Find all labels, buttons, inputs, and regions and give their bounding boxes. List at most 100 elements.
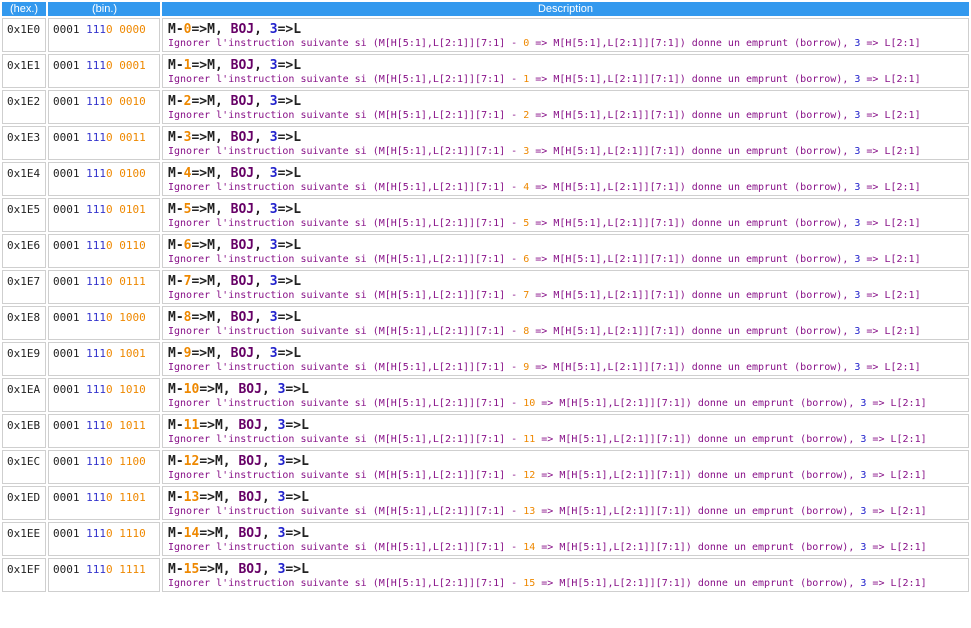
binary-code-cell: 0001 1110 1111 [48,558,160,592]
bin-group-2-high: 111 [86,563,106,576]
hex-code-cell: 0x1E6 [2,234,46,268]
description-number: 11 [523,434,536,445]
bin-group-1: 0001 [53,167,80,180]
mnemonic-three: 3 [269,346,278,361]
bin-group-3: 0010 [119,95,146,108]
mnemonic-mid: =>M, [199,562,239,577]
description-mid: => M[H[5:1],L[2:1]][7:1]) donne un empru… [529,74,855,85]
mnemonic-separator: , [261,382,278,397]
table-row: 0x1E2 0001 1110 0010 M-2=>M, BOJ, 3=>L I… [2,90,969,124]
hex-code-cell: 0x1E8 [2,306,46,340]
header-bin: (bin.) [48,2,160,16]
hex-code-cell: 0x1EC [2,450,46,484]
mnemonic: M-12=>M, BOJ, 3=>L [168,454,968,469]
mnemonic-mid: =>M, [191,274,231,289]
header-row: (hex.) (bin.) Description [2,2,969,16]
description-text: Ignorer l'instruction suivante si (M[H[5… [168,109,968,123]
description-suffix: => L[2:1] [860,326,921,337]
mnemonic-separator: , [254,166,270,181]
table-row: 0x1E4 0001 1110 0100 M-4=>M, BOJ, 3=>L I… [2,162,969,196]
mnemonic-prefix: M- [168,418,184,433]
bin-group-1: 0001 [53,491,80,504]
description-text: Ignorer l'instruction suivante si (M[H[5… [168,469,968,483]
description-prefix: Ignorer l'instruction suivante si (M[H[5… [168,506,524,517]
mnemonic-prefix: M- [168,382,184,397]
table-row: 0x1E9 0001 1110 1001 M-9=>M, BOJ, 3=>L I… [2,342,969,376]
mnemonic-boj: BOJ [230,94,255,109]
hex-code-cell: 0x1E4 [2,162,46,196]
hex-code-cell: 0x1E2 [2,90,46,124]
description-cell: M-3=>M, BOJ, 3=>L Ignorer l'instruction … [162,126,969,160]
mnemonic-mid: =>M, [191,94,231,109]
mnemonic-separator: , [261,454,278,469]
mnemonic: M-3=>M, BOJ, 3=>L [168,130,968,145]
mnemonic-mid: =>M, [191,22,231,37]
description-prefix: Ignorer l'instruction suivante si (M[H[5… [168,38,524,49]
description-text: Ignorer l'instruction suivante si (M[H[5… [168,361,968,375]
mnemonic-mid: =>M, [191,346,231,361]
binary-code-cell: 0001 1110 0011 [48,126,160,160]
header-description: Description [162,2,969,16]
description-suffix: => L[2:1] [860,110,921,121]
mnemonic-suffix: =>L [277,58,302,73]
bin-group-2-high: 111 [86,203,106,216]
description-mid: => M[H[5:1],L[2:1]][7:1]) donne un empru… [529,182,855,193]
description-mid: => M[H[5:1],L[2:1]][7:1]) donne un empru… [529,254,855,265]
bin-group-3: 0001 [119,59,146,72]
bin-group-2-low: 0 [106,131,113,144]
description-cell: M-1=>M, BOJ, 3=>L Ignorer l'instruction … [162,54,969,88]
bin-group-2-high: 111 [86,527,106,540]
description-suffix: => L[2:1] [866,542,927,553]
mnemonic-mid: =>M, [199,454,239,469]
description-mid: => M[H[5:1],L[2:1]][7:1]) donne un empru… [529,38,855,49]
bin-group-3: 1100 [119,455,146,468]
mnemonic-mid: =>M, [199,490,239,505]
mnemonic-prefix: M- [168,454,184,469]
description-suffix: => L[2:1] [860,74,921,85]
binary-code-cell: 0001 1110 1011 [48,414,160,448]
binary-code-cell: 0001 1110 1000 [48,306,160,340]
mnemonic-boj: BOJ [230,274,255,289]
description-suffix: => L[2:1] [860,38,921,49]
mnemonic-number: 12 [183,454,200,469]
bin-group-2-low: 0 [106,203,113,216]
mnemonic-three: 3 [269,166,278,181]
mnemonic-boj: BOJ [238,454,262,469]
mnemonic: M-8=>M, BOJ, 3=>L [168,310,968,325]
hex-code-cell: 0x1E7 [2,270,46,304]
mnemonic-prefix: M- [168,274,184,289]
description-suffix: => L[2:1] [866,578,927,589]
bin-group-1: 0001 [53,59,80,72]
bin-group-1: 0001 [53,23,80,36]
description-prefix: Ignorer l'instruction suivante si (M[H[5… [168,146,524,157]
mnemonic-separator: , [254,274,270,289]
description-prefix: Ignorer l'instruction suivante si (M[H[5… [168,470,524,481]
description-cell: M-0=>M, BOJ, 3=>L Ignorer l'instruction … [162,18,969,52]
description-suffix: => L[2:1] [860,218,921,229]
description-number: 12 [523,470,536,481]
description-text: Ignorer l'instruction suivante si (M[H[5… [168,145,968,159]
mnemonic-three: 3 [269,238,278,253]
bin-group-2-low: 0 [106,491,113,504]
mnemonic-boj: BOJ [230,166,255,181]
mnemonic-prefix: M- [168,58,184,73]
bin-group-3: 0011 [119,131,146,144]
mnemonic-suffix: =>L [285,382,309,397]
description-cell: M-14=>M, BOJ, 3=>L Ignorer l'instruction… [162,522,969,556]
bin-group-1: 0001 [53,563,80,576]
mnemonic: M-1=>M, BOJ, 3=>L [168,58,968,73]
mnemonic: M-5=>M, BOJ, 3=>L [168,202,968,217]
table-row: 0x1E8 0001 1110 1000 M-8=>M, BOJ, 3=>L I… [2,306,969,340]
bin-group-2-low: 0 [106,311,113,324]
bin-group-2-high: 111 [86,491,106,504]
description-prefix: Ignorer l'instruction suivante si (M[H[5… [168,434,524,445]
mnemonic-prefix: M- [168,310,184,325]
mnemonic-boj: BOJ [230,310,255,325]
mnemonic-prefix: M- [168,238,184,253]
mnemonic: M-6=>M, BOJ, 3=>L [168,238,968,253]
binary-code-cell: 0001 1110 1100 [48,450,160,484]
mnemonic-suffix: =>L [285,562,309,577]
description-mid: => M[H[5:1],L[2:1]][7:1]) donne un empru… [535,542,861,553]
table-row: 0x1E1 0001 1110 0001 M-1=>M, BOJ, 3=>L I… [2,54,969,88]
bin-group-1: 0001 [53,239,80,252]
